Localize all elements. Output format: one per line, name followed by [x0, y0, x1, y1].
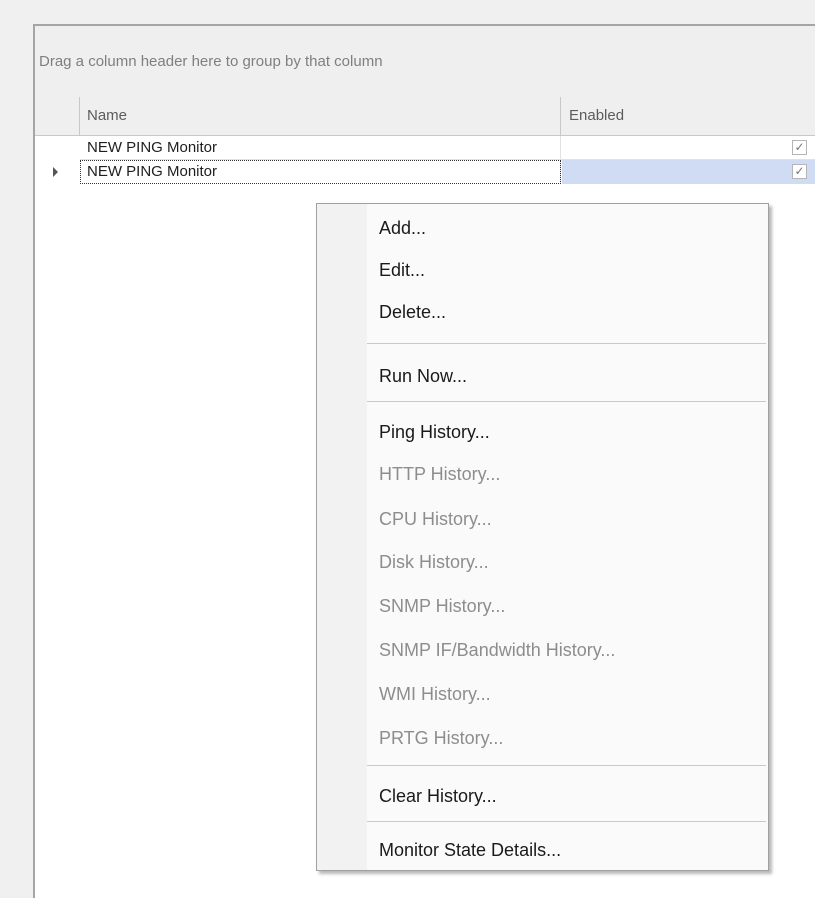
column-header-row: Name Enabled [35, 97, 815, 136]
menu-item-add[interactable]: Add... [367, 213, 767, 243]
row-indicator-header [35, 97, 80, 135]
menu-item-delete[interactable]: Delete... [367, 297, 767, 327]
table-row-selected[interactable]: NEW PING Monitor ✓ [35, 160, 815, 184]
menu-separator [367, 343, 766, 344]
menu-separator [367, 821, 766, 822]
enabled-checkbox[interactable]: ✓ [792, 140, 807, 155]
menu-item-run-now[interactable]: Run Now... [367, 361, 767, 391]
menu-item-edit[interactable]: Edit... [367, 255, 767, 285]
group-by-panel[interactable]: Drag a column header here to group by th… [35, 26, 815, 98]
app-window: Drag a column header here to group by th… [0, 0, 815, 898]
row-indicator [35, 136, 79, 160]
menu-item-clear-history[interactable]: Clear History... [367, 781, 767, 811]
cell-enabled[interactable]: ✓ [562, 160, 815, 184]
group-by-hint: Drag a column header here to group by th… [39, 53, 383, 70]
cell-enabled[interactable]: ✓ [562, 136, 815, 160]
context-menu: Add... Edit... Delete... Run Now... Ping… [316, 203, 769, 871]
menu-item-wmi-history: WMI History... [379, 684, 491, 704]
table-row[interactable]: NEW PING Monitor ✓ [35, 136, 815, 160]
cell-name[interactable]: NEW PING Monitor [80, 160, 561, 184]
menu-item-disk-history: Disk History... [379, 552, 489, 572]
menu-item-cpu-history: CPU History... [379, 509, 492, 529]
row-indicator [35, 160, 79, 184]
enabled-checkbox[interactable]: ✓ [792, 164, 807, 179]
current-row-arrow-icon [53, 167, 58, 177]
menu-item-http-history: HTTP History... [379, 464, 501, 484]
menu-separator [367, 401, 766, 402]
menu-icon-gutter [317, 204, 367, 870]
menu-item-snmp-bandwidth-history: SNMP IF/Bandwidth History... [379, 640, 616, 660]
column-header-enabled[interactable]: Enabled [562, 97, 815, 135]
menu-item-snmp-history: SNMP History... [379, 596, 506, 616]
menu-separator [367, 765, 766, 766]
menu-item-ping-history[interactable]: Ping History... [367, 417, 767, 447]
menu-item-monitor-state-details[interactable]: Monitor State Details... [367, 835, 767, 865]
cell-name[interactable]: NEW PING Monitor [80, 136, 561, 160]
column-header-name[interactable]: Name [80, 97, 561, 135]
menu-item-prtg-history: PRTG History... [379, 728, 504, 748]
